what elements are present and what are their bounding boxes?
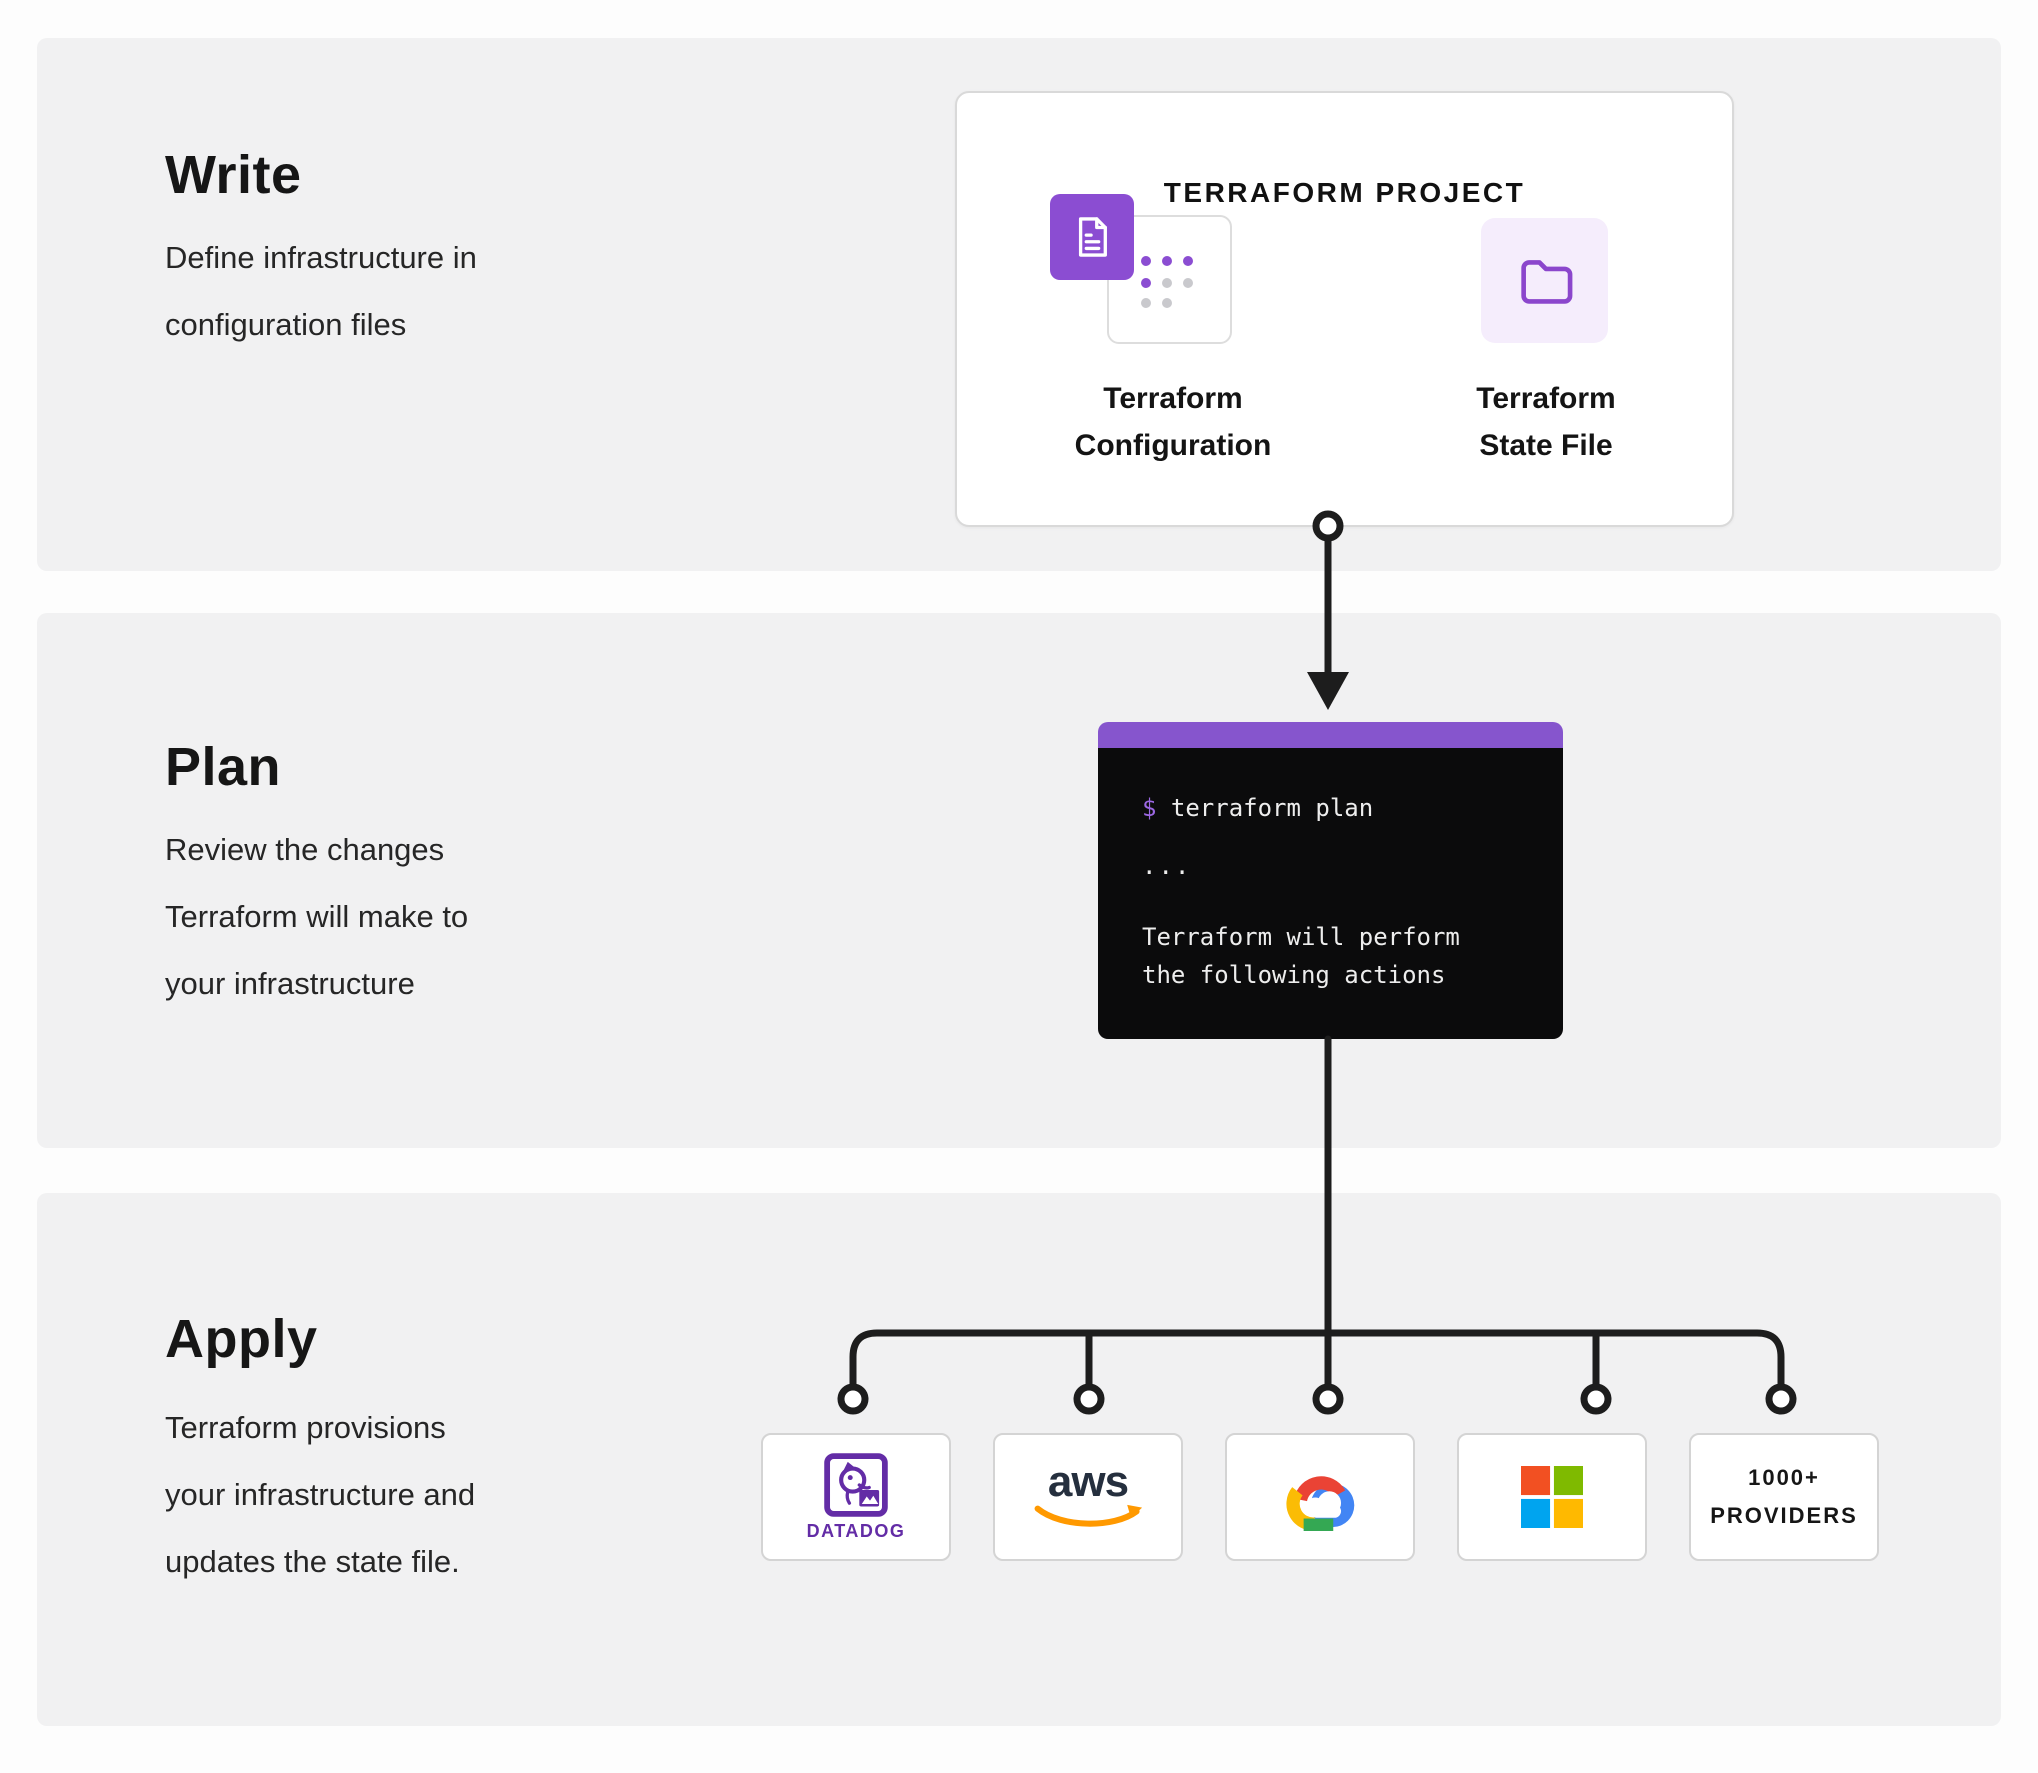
- state-file-label-line: State File: [1406, 422, 1686, 469]
- write-heading: Write: [165, 144, 302, 206]
- write-description-line: Define infrastructure in: [165, 224, 685, 291]
- plan-description-line: Review the changes: [165, 816, 685, 883]
- aws-smile-icon: [1032, 1503, 1144, 1531]
- configuration-label-line: Terraform: [1033, 375, 1313, 422]
- datadog-wordmark: DATADOG: [807, 1521, 906, 1542]
- terminal-command: terraform plan: [1171, 794, 1373, 822]
- apply-description-line: your infrastructure and: [165, 1461, 685, 1528]
- more-providers-line: PROVIDERS: [1710, 1497, 1858, 1535]
- microsoft-logo: [1521, 1466, 1583, 1528]
- write-description: Define infrastructure in configuration f…: [165, 224, 685, 358]
- terraform-workflow-diagram: Write Define infrastructure in configura…: [0, 0, 2038, 1773]
- apply-description-line: updates the state file.: [165, 1528, 685, 1595]
- state-file-label: Terraform State File: [1406, 375, 1686, 469]
- document-icon: [1073, 214, 1111, 260]
- grid-dot: [1141, 278, 1151, 288]
- state-file-tile: [1481, 218, 1608, 343]
- plan-description-line: your infrastructure: [165, 950, 685, 1017]
- terminal-body: $ terraform plan ... Terraform will perf…: [1098, 748, 1563, 1039]
- folder-icon: [1516, 255, 1574, 307]
- grid-dot: [1162, 298, 1172, 308]
- provider-card-1000-plus: 1000+ PROVIDERS: [1689, 1433, 1879, 1561]
- grid-dot: [1141, 298, 1151, 308]
- terminal-output-line: Terraform will perform: [1142, 918, 1535, 956]
- configuration-label: Terraform Configuration: [1033, 375, 1313, 469]
- apply-heading: Apply: [165, 1308, 318, 1370]
- provider-card-microsoft: [1457, 1433, 1647, 1561]
- terminal-title-bar: [1098, 722, 1563, 748]
- apply-description: Terraform provisions your infrastructure…: [165, 1394, 685, 1595]
- terminal-output: Terraform will perform the following act…: [1142, 918, 1535, 994]
- configuration-label-line: Configuration: [1033, 422, 1313, 469]
- more-providers-label: 1000+ PROVIDERS: [1710, 1459, 1858, 1535]
- terminal-prompt: $: [1142, 794, 1156, 822]
- provider-card-google-cloud: [1225, 1433, 1415, 1561]
- provider-card-aws: aws: [993, 1433, 1183, 1561]
- datadog-logo: [823, 1452, 889, 1518]
- write-description-line: configuration files: [165, 291, 685, 358]
- provider-card-datadog: DATADOG: [761, 1433, 951, 1561]
- terminal-window: $ terraform plan ... Terraform will perf…: [1098, 722, 1563, 1039]
- configuration-document-tile: [1050, 194, 1134, 280]
- more-providers-line: 1000+: [1710, 1459, 1858, 1497]
- grid-dot: [1162, 256, 1172, 266]
- plan-description: Review the changes Terraform will make t…: [165, 816, 685, 1017]
- aws-wordmark: aws: [1048, 1463, 1128, 1500]
- grid-dot: [1183, 256, 1193, 266]
- plan-heading: Plan: [165, 736, 281, 798]
- google-cloud-logo: [1281, 1464, 1359, 1531]
- grid-dot: [1162, 278, 1172, 288]
- grid-dot: [1183, 278, 1193, 288]
- plan-description-line: Terraform will make to: [165, 883, 685, 950]
- terraform-project-card: TERRAFORM PROJECT: [955, 91, 1734, 527]
- terminal-command-line: $ terraform plan: [1142, 794, 1535, 822]
- state-file-label-line: Terraform: [1406, 375, 1686, 422]
- terminal-ellipsis: ...: [1142, 852, 1535, 880]
- terminal-output-line: the following actions: [1142, 956, 1535, 994]
- grid-dot: [1141, 256, 1151, 266]
- apply-description-line: Terraform provisions: [165, 1394, 685, 1461]
